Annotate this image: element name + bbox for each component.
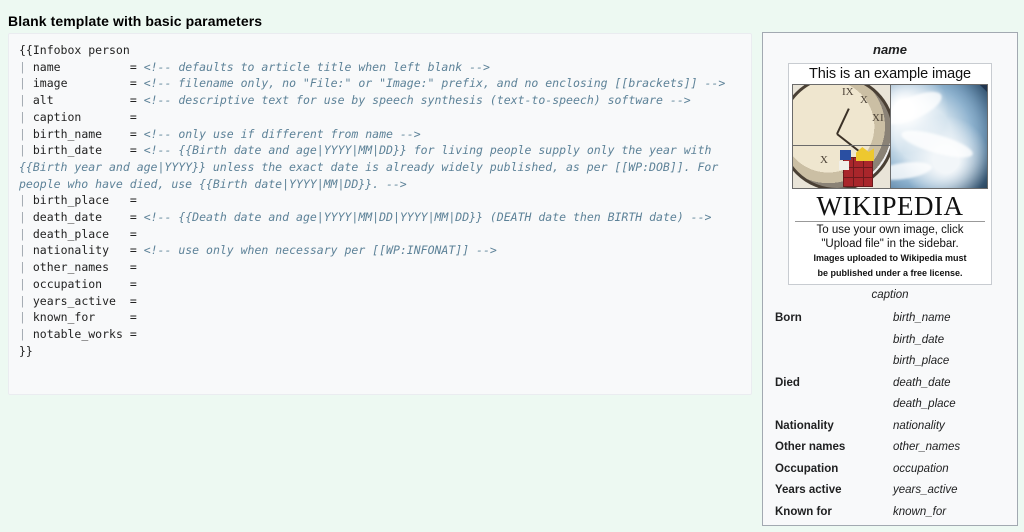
infobox-row-label: Known for [775,505,832,518]
code-line: {{Infobox person [19,43,130,57]
infobox-row: Notable worknotable_works [769,523,1011,525]
picture-divider-vertical [890,85,891,188]
earth-icon [890,85,987,188]
wikipedia-wordmark: WIKIPEDIA [795,189,985,222]
infobox-value-line: death_place [893,398,956,410]
picture-divider-horizontal [793,144,890,146]
infobox-value-line: birth_date [893,333,945,346]
infobox-row-label: Years active [775,484,842,496]
infobox-value-line: death_date [893,376,951,389]
code-line: | death_place = [19,226,137,241]
license-note-line-1: Images uploaded to Wikipedia must [813,253,967,263]
infobox-row-value: notable_works [893,523,1011,525]
clock-quadrant-icon: X XI IX X XI [793,85,890,188]
infobox-row-label: Born [775,312,802,324]
cube-icon [837,147,879,188]
code-line: | years_active = [19,293,137,308]
infobox-row-value: years_active [893,480,1011,502]
infobox-row: Born birth_name birth_date birth_place [769,308,1011,373]
infobox-row-label: Died [775,376,800,389]
infobox-value-line: occupation [893,462,949,475]
infobox-row: Died death_date death_place [769,373,1011,416]
code-line: | occupation = [19,276,137,291]
code-line: | nationality = <!-- use only when neces… [19,243,497,258]
code-line: | known_for = [19,310,137,325]
infobox-value-line: known_for [893,505,947,518]
infobox-row: Occupation occupation [769,459,1011,481]
code-line: | other_names = [19,260,137,275]
infobox-person: name This is an example image X XI IX X … [762,32,1018,526]
infobox-row-label: Occupation [775,462,839,475]
infobox-row-value: nationality [893,416,1011,438]
code-line: | birth_place = [19,193,137,208]
upload-instruction-line-2: "Upload file" in the sidebar. [821,237,959,250]
infobox-row: Years active years_active [769,480,1011,502]
infobox-row: Nationality nationality [769,416,1011,438]
code-line: | notable_works = [19,326,137,341]
wikitext-source: {{Infobox person | name = <!-- defaults t… [19,42,741,359]
code-line: | image = <!-- filename only, no "File:"… [19,76,726,91]
infobox-row-value: birth_name birth_date birth_place [893,308,1011,373]
license-note-line-2: be published under a free license. [817,268,963,278]
infobox-row-label: Other names [775,441,846,453]
code-line: | birth_date = <!-- {{Birth date and age… [19,143,726,191]
infobox-value-line: nationality [893,419,945,432]
infobox-value-line: birth_name [893,312,951,324]
code-line: }} [19,343,33,358]
infobox-value-line: years_active [893,484,958,496]
infobox-row: Known for known_for [769,502,1011,524]
infobox-row-value: occupation [893,459,1011,481]
infobox-row-label: Nationality [775,419,834,432]
code-line: | caption = [19,109,137,124]
infobox-value-line: notable_works [893,523,1011,525]
infobox-row-value: other_names [893,437,1011,459]
wikitext-code-block: {{Infobox person | name = <!-- defaults t… [8,33,752,395]
infobox-row-label: Notable work [769,523,893,525]
infobox-value-line: other_names [893,441,961,453]
infobox-parameter-table: Born birth_name birth_date birth_place Died d… [769,308,1011,525]
page-title: Blank template with basic parameters [8,13,263,30]
earth-quadrant-icon [890,85,987,188]
code-line: | death_date = <!-- {{Death date and age… [19,210,712,225]
upload-instruction-line-1: To use your own image, click [816,224,964,236]
infobox-caption: caption [871,289,909,301]
infobox-image-frame: This is an example image X XI IX X XI [788,63,992,285]
infobox-row-value: death_date death_place [893,373,1011,416]
infobox-value-line: birth_place [893,355,950,367]
infobox-row: Other names other_names [769,437,1011,459]
example-image-graphic: X XI IX X XI [792,84,988,189]
code-line: | name = <!-- defaults to article title … [19,59,490,74]
code-line: | alt = <!-- descriptive text for use by… [19,93,691,108]
infobox-row-value: known_for [893,502,1011,524]
infobox-title: name [873,42,907,57]
code-line: | birth_name = <!-- only use if differen… [19,126,421,141]
example-image-headline: This is an example image [808,66,971,82]
